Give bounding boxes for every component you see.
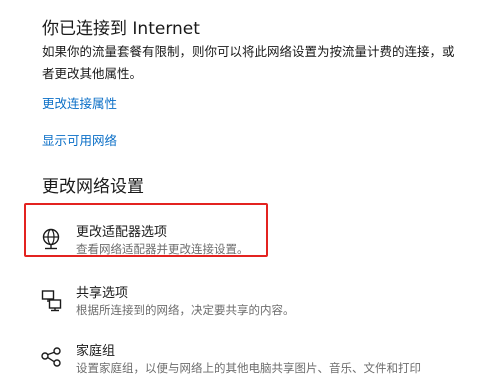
option-title: 共享选项 xyxy=(76,286,129,301)
change-connection-properties-link[interactable]: 更改连接属性 xyxy=(42,93,117,112)
show-available-networks-link[interactable]: 显示可用网络 xyxy=(42,130,117,149)
network-adapter-icon xyxy=(42,228,60,250)
sharing-icon xyxy=(41,290,62,312)
option-description: 查看网络适配器并更改连接设置。 xyxy=(76,242,249,256)
option-description: 设置家庭组，以便与网络上的其他电脑共享图片、音乐、文件和打印 xyxy=(76,361,421,375)
change-adapter-options-item[interactable]: 更改适配器选项 查看网络适配器并更改连接设置。 xyxy=(36,221,476,261)
network-status-description: 如果你的流量套餐有限制，则你可以将此网络设置为按流量计费的连接，或者更改其他属性… xyxy=(42,44,455,81)
option-title: 家庭组 xyxy=(76,344,116,359)
sharing-options-item[interactable]: 共享选项 根据所连接到的网络，决定要共享的内容。 xyxy=(36,282,476,322)
change-network-settings-heading: 更改网络设置 xyxy=(42,177,144,197)
network-status-title: 你已连接到 Internet xyxy=(42,19,200,39)
homegroup-icon xyxy=(41,347,61,367)
homegroup-item[interactable]: 家庭组 设置家庭组，以便与网络上的其他电脑共享图片、音乐、文件和打印 xyxy=(36,340,476,380)
option-description: 根据所连接到的网络，决定要共享的内容。 xyxy=(76,303,295,317)
option-title: 更改适配器选项 xyxy=(76,225,168,240)
